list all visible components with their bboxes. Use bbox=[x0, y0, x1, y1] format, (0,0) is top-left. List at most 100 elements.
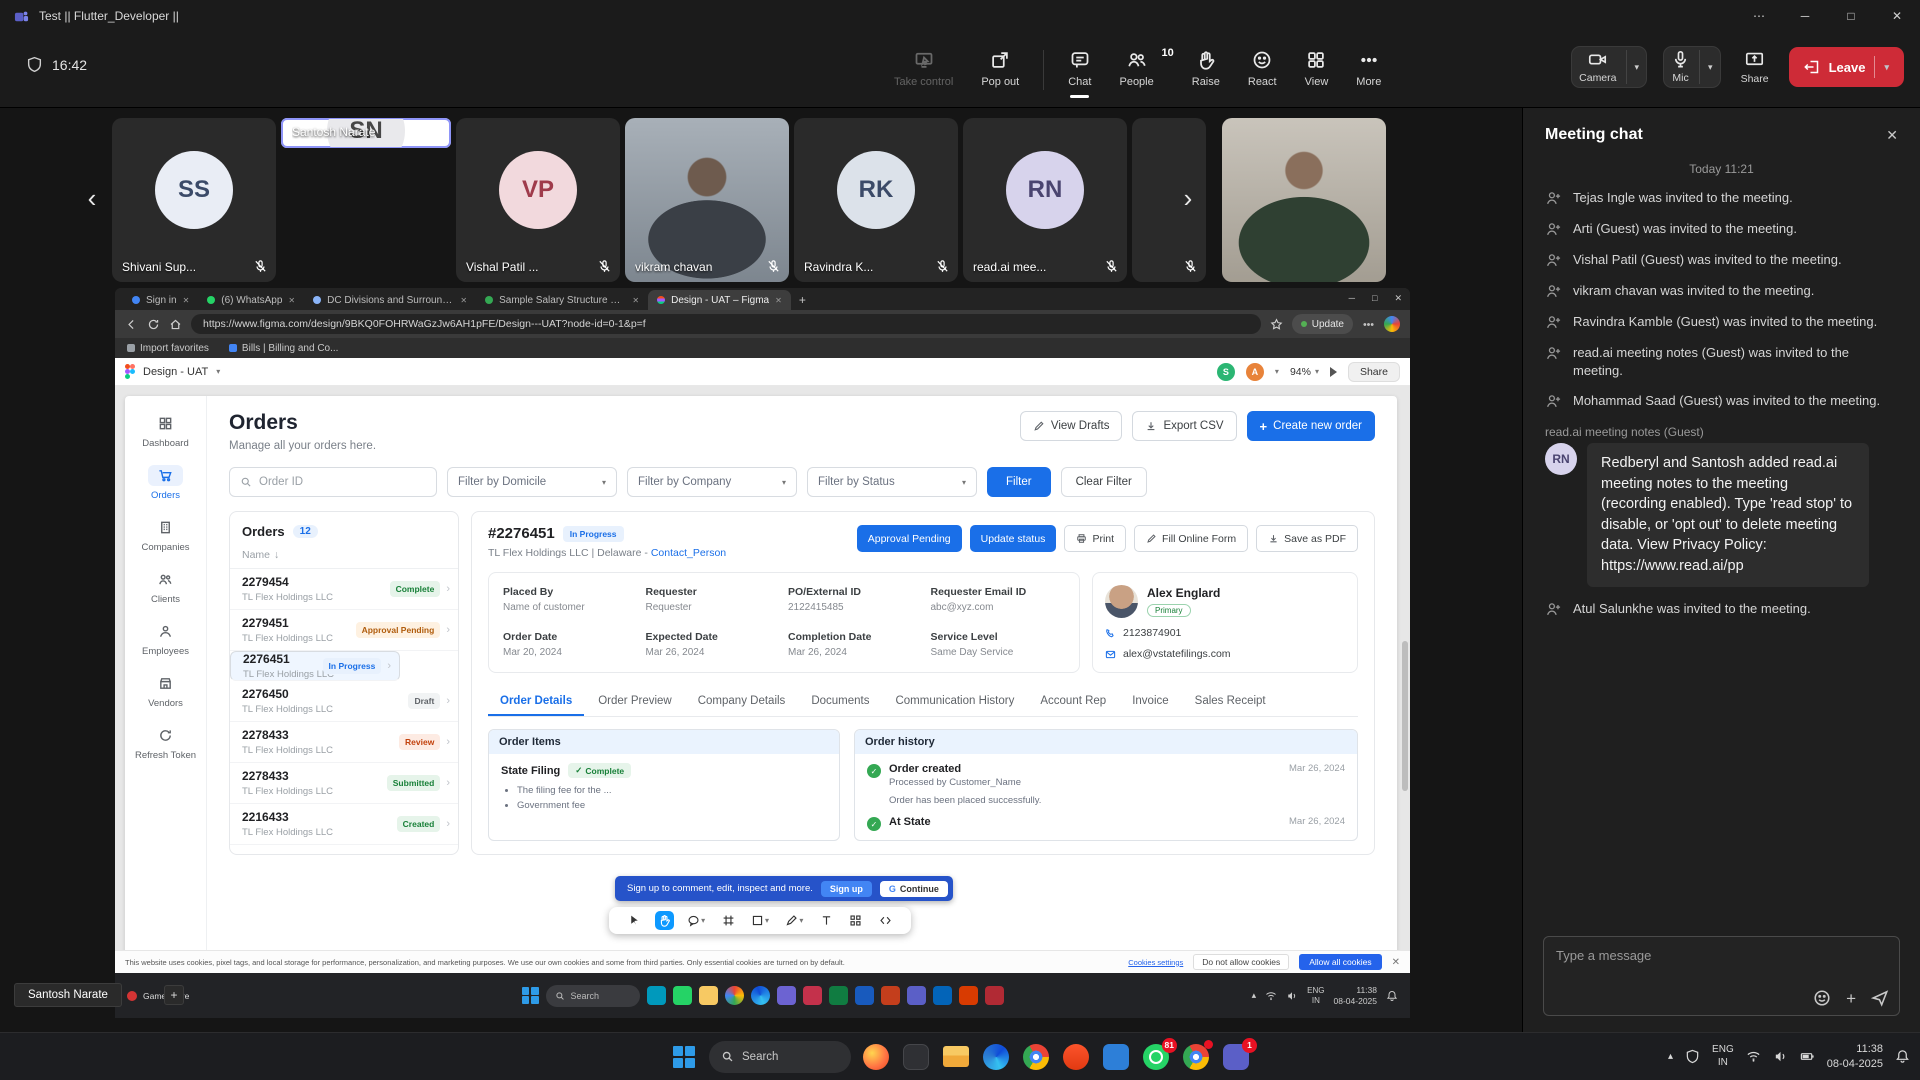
pencil-icon bbox=[1033, 420, 1045, 432]
participant-tile[interactable]: VP Vishal Patil ... bbox=[456, 118, 620, 282]
window-maximize-button[interactable]: □ bbox=[1828, 0, 1874, 32]
figma-tools-bar: ▾ ▾ ▾ bbox=[609, 907, 911, 934]
chevron-right-icon: › bbox=[446, 695, 450, 707]
window-minimize-button[interactable]: ─ bbox=[1782, 0, 1828, 32]
app-icon bbox=[777, 986, 796, 1005]
chevron-right-icon: › bbox=[446, 777, 450, 789]
notification-dot bbox=[1204, 1040, 1213, 1049]
window-close-button[interactable]: ✕ bbox=[1874, 0, 1920, 32]
field: Completion DateMar 26, 2024 bbox=[788, 631, 923, 659]
refresh-icon bbox=[147, 318, 160, 331]
pin-overlay-button[interactable]: + bbox=[164, 985, 184, 1005]
bookmark-icon bbox=[127, 344, 135, 352]
item-status-badge: ✓Complete bbox=[568, 763, 631, 778]
search-icon bbox=[555, 991, 565, 1001]
participant-name: Ravindra K... bbox=[804, 260, 873, 274]
camera-control[interactable]: Camera ▾ bbox=[1571, 46, 1647, 88]
volume-icon[interactable] bbox=[1773, 1049, 1788, 1064]
dark-app-icon[interactable] bbox=[901, 1042, 931, 1072]
react-button[interactable]: React bbox=[1238, 42, 1287, 94]
participant-tile[interactable]: RN read.ai mee... bbox=[963, 118, 1127, 282]
chrome-icon[interactable] bbox=[1021, 1042, 1051, 1072]
contact-email: alex@vstatefilings.com bbox=[1105, 648, 1345, 660]
battery-icon[interactable] bbox=[1800, 1049, 1815, 1064]
field: Order DateMar 20, 2024 bbox=[503, 631, 638, 659]
mic-off-icon bbox=[766, 259, 781, 274]
chat-input-box[interactable]: + bbox=[1543, 936, 1900, 1016]
shield-icon bbox=[26, 56, 43, 73]
tab-close-icon: ✕ bbox=[632, 296, 639, 305]
fill-online-form-button: Fill Online Form bbox=[1134, 525, 1248, 552]
participant-tile-video[interactable]: vikram chavan bbox=[625, 118, 789, 282]
wifi-icon[interactable] bbox=[1746, 1049, 1761, 1064]
camera-dropdown-icon[interactable]: ▾ bbox=[1626, 50, 1640, 84]
taskbar-clock[interactable]: 11:38 08-04-2025 bbox=[1827, 1042, 1883, 1071]
whatsapp-icon[interactable]: 81 bbox=[1141, 1042, 1171, 1072]
canvas-scrollbar bbox=[1402, 641, 1408, 791]
mic-control[interactable]: Mic ▾ bbox=[1663, 46, 1721, 88]
language-indicator[interactable]: ENG IN bbox=[1712, 1044, 1734, 1069]
tray-expand-icon[interactable]: ▴ bbox=[1668, 1051, 1673, 1062]
system-message: Ravindra Kamble (Guest) was invited to t… bbox=[1545, 313, 1898, 331]
pop-out-icon bbox=[990, 50, 1010, 70]
status-badge: Approval Pending bbox=[356, 622, 441, 638]
strip-prev-button[interactable]: ‹ bbox=[78, 176, 106, 220]
send-icon[interactable] bbox=[1871, 989, 1889, 1007]
mic-dropdown-icon[interactable]: ▾ bbox=[1699, 50, 1713, 84]
order-history-header: Order history bbox=[855, 730, 1357, 754]
taskbar-search[interactable]: Search bbox=[709, 1041, 851, 1073]
chevron-right-icon: › bbox=[446, 624, 450, 636]
chat-message-list[interactable]: Today 11:21 Tejas Ingle was invited to t… bbox=[1523, 152, 1920, 926]
participant-tile[interactable]: RK Ravindra K... bbox=[794, 118, 958, 282]
page-subtitle: Manage all your orders here. bbox=[229, 440, 376, 452]
browser-tab: Sign in✕ bbox=[123, 290, 198, 310]
order-row: 2279454TL Flex Holdings LLC Complete › bbox=[230, 569, 458, 610]
edge-icon[interactable] bbox=[981, 1042, 1011, 1072]
allow-cookies-button: Allow all cookies bbox=[1299, 954, 1381, 970]
dashboard-icon bbox=[158, 416, 173, 431]
list-title: Orders bbox=[242, 524, 285, 539]
chat-close-icon[interactable]: ✕ bbox=[1886, 127, 1898, 144]
participant-tile[interactable]: SS Shivani Sup... bbox=[112, 118, 276, 282]
more-button[interactable]: More bbox=[1346, 42, 1391, 94]
emoji-icon[interactable] bbox=[1813, 989, 1831, 1007]
teams-icon[interactable]: 1 bbox=[1221, 1042, 1251, 1072]
shared-screen[interactable]: Sign in✕ (6) WhatsApp✕ DC Divisions and … bbox=[115, 288, 1410, 1018]
vscode-icon[interactable] bbox=[1101, 1042, 1131, 1072]
brave-icon[interactable] bbox=[1061, 1042, 1091, 1072]
participant-name: Santosh Narate bbox=[292, 125, 375, 139]
chat-button[interactable]: Chat bbox=[1058, 42, 1101, 94]
people-button[interactable]: People 10 bbox=[1109, 42, 1173, 94]
zoom-control: 94%▾ bbox=[1290, 366, 1319, 378]
window-more-icon[interactable]: ⋯ bbox=[1736, 0, 1782, 32]
file-explorer-icon[interactable] bbox=[941, 1042, 971, 1072]
notification-bell-icon[interactable] bbox=[1895, 1049, 1910, 1064]
store-icon bbox=[158, 676, 173, 691]
pop-out-button[interactable]: Pop out bbox=[971, 42, 1029, 94]
chrome-profile-icon[interactable] bbox=[1181, 1042, 1211, 1072]
chat-message: RN Redberyl and Santosh added read.ai me… bbox=[1545, 443, 1898, 586]
pen-tool-icon: ▾ bbox=[782, 911, 806, 930]
participant-tile-active-speaker[interactable]: SN Santosh Narate bbox=[281, 118, 451, 148]
raise-hand-button[interactable]: Raise bbox=[1182, 42, 1230, 94]
chevron-right-icon: › bbox=[446, 736, 450, 748]
start-button[interactable] bbox=[669, 1042, 699, 1072]
status-badge: Draft bbox=[408, 693, 440, 709]
chat-message-input[interactable] bbox=[1556, 948, 1887, 963]
security-shield-icon[interactable] bbox=[1685, 1049, 1700, 1064]
leave-dropdown-icon[interactable]: ▾ bbox=[1874, 56, 1889, 78]
app-sidebar: Dashboard Orders Companies Clients bbox=[125, 396, 207, 973]
taskbar-search: Search bbox=[546, 985, 640, 1007]
share-button[interactable]: Share bbox=[1737, 47, 1773, 88]
spotlight-participant-tile[interactable] bbox=[1222, 118, 1386, 282]
orders-count-badge: 12 bbox=[293, 525, 318, 538]
firefox-icon[interactable] bbox=[861, 1042, 891, 1072]
attach-plus-icon[interactable]: + bbox=[1846, 990, 1856, 1007]
leave-button[interactable]: Leave ▾ bbox=[1789, 47, 1904, 87]
strip-next-button[interactable]: › bbox=[1174, 176, 1202, 220]
contact-card: Alex Englard Primary 2123874901 bbox=[1092, 572, 1358, 673]
meeting-elapsed-time: 16:42 bbox=[52, 57, 87, 73]
leave-icon bbox=[1804, 59, 1820, 75]
view-button[interactable]: View bbox=[1295, 42, 1339, 94]
smiley-icon bbox=[1252, 50, 1272, 70]
